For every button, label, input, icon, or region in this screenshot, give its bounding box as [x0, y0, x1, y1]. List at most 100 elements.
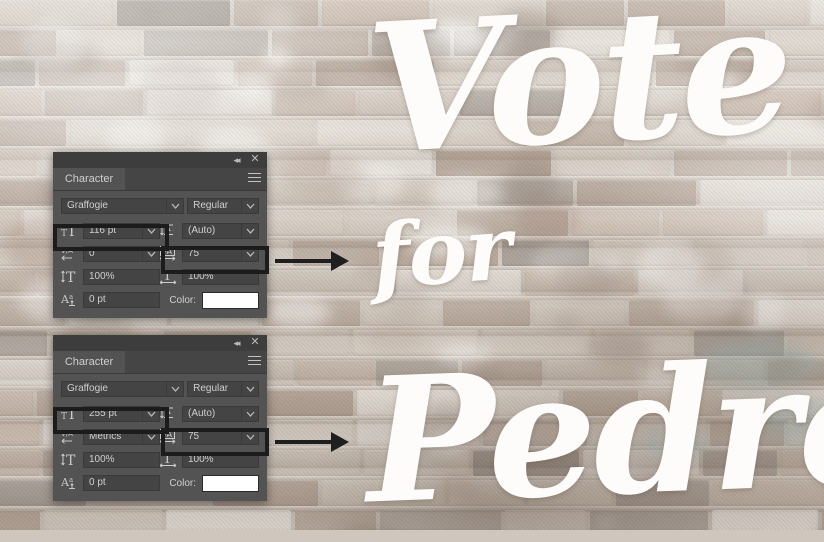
kerning-icon: V/A: [61, 246, 83, 262]
font-family-field[interactable]: Graffogie: [61, 381, 185, 397]
scale-row: T 100% T 100%: [61, 268, 259, 286]
chevron-down-icon[interactable]: [166, 199, 183, 213]
kerning-field[interactable]: Metrics: [83, 429, 160, 445]
character-panel-bottom[interactable]: ◂◂ ✕ Character Graffogie Regular T T 255…: [53, 335, 267, 501]
kerning-tracking-row: V/A 0 VA 75: [61, 245, 259, 263]
tab-character[interactable]: Character: [53, 351, 125, 373]
size-leading-row: T T 255 pt A (Auto): [61, 405, 259, 423]
baseline-color-row: A a 0 pt Color:: [61, 474, 259, 492]
leading-field[interactable]: (Auto): [182, 223, 259, 239]
vertical-scale-cell: T 100%: [61, 269, 160, 285]
chevron-down-icon[interactable]: [142, 407, 159, 421]
leading-field[interactable]: (Auto): [182, 406, 259, 422]
collapse-double-arrow-icon[interactable]: ◂◂: [229, 154, 243, 166]
font-size-field[interactable]: 255 pt: [83, 406, 160, 422]
svg-text:V/A: V/A: [61, 247, 73, 255]
horizontal-scale-value: 100%: [188, 271, 214, 282]
panel-titlebar: ◂◂ ✕: [53, 335, 267, 351]
font-style-field[interactable]: Regular: [187, 198, 259, 214]
chevron-down-icon[interactable]: [241, 247, 258, 261]
tracking-cell: VA 75: [160, 246, 259, 262]
font-family-value: Graffogie: [67, 383, 108, 394]
font-row: Graffogie Regular: [61, 198, 259, 216]
vertical-scale-cell: T 100%: [61, 452, 160, 468]
chevron-down-icon[interactable]: [241, 382, 258, 396]
baseline-shift-icon: A a: [61, 292, 83, 308]
collapse-double-arrow-icon[interactable]: ◂◂: [229, 337, 243, 349]
color-swatch[interactable]: [202, 291, 259, 309]
baseline-shift-icon: A a: [61, 475, 83, 491]
close-icon[interactable]: ✕: [248, 154, 262, 165]
kerning-cell: V/A 0: [61, 246, 160, 262]
kerning-value: 0: [89, 248, 95, 259]
svg-text:VA: VA: [162, 430, 173, 439]
vertical-scale-field[interactable]: 100%: [83, 269, 160, 285]
scale-row: T 100% T 100%: [61, 451, 259, 469]
font-style-value: Regular: [193, 200, 229, 211]
tracking-icon: VA: [160, 429, 182, 445]
panel-tab-row: Character: [53, 351, 267, 374]
svg-text:T: T: [67, 407, 77, 421]
leading-value: (Auto): [188, 408, 216, 419]
chevron-down-icon[interactable]: [241, 224, 258, 238]
font-size-icon: T T: [61, 223, 83, 239]
horizontal-scale-cell: T 100%: [160, 452, 259, 468]
chevron-down-icon[interactable]: [166, 382, 183, 396]
font-style-field[interactable]: Regular: [187, 381, 259, 397]
leading-icon: A: [160, 406, 182, 422]
character-panel-top[interactable]: ◂◂ ✕ Character Graffogie Regular T T 116…: [53, 152, 267, 318]
chevron-down-icon[interactable]: [241, 199, 258, 213]
baseline-shift-field[interactable]: 0 pt: [83, 475, 160, 491]
baseline-shift-cell: A a 0 pt: [61, 292, 160, 308]
kerning-tracking-row: V/A Metrics VA 75: [61, 428, 259, 446]
svg-text:a: a: [69, 293, 73, 301]
color-cell: Color:: [160, 474, 259, 492]
font-size-value: 116 pt: [89, 225, 117, 236]
tracking-field[interactable]: 75: [182, 246, 259, 262]
vertical-scale-value: 100%: [89, 271, 115, 282]
chevron-down-icon[interactable]: [241, 430, 258, 444]
panel-menu-icon[interactable]: [248, 173, 261, 184]
chevron-down-icon[interactable]: [241, 407, 258, 421]
tracking-field[interactable]: 75: [182, 429, 259, 445]
kerning-field[interactable]: 0: [83, 246, 160, 262]
font-size-icon: T T: [61, 406, 83, 422]
leading-icon: A: [160, 223, 182, 239]
vertical-scale-field[interactable]: 100%: [83, 452, 160, 468]
close-icon[interactable]: ✕: [248, 337, 262, 348]
svg-text:T: T: [66, 270, 76, 284]
panel-titlebar: ◂◂ ✕: [53, 152, 267, 168]
svg-text:a: a: [69, 476, 73, 484]
font-style-value: Regular: [193, 383, 229, 394]
baseline-shift-field[interactable]: 0 pt: [83, 292, 160, 308]
tracking-cell: VA 75: [160, 429, 259, 445]
chevron-down-icon[interactable]: [142, 224, 159, 238]
color-label: Color:: [169, 477, 196, 489]
panel-menu-icon[interactable]: [248, 356, 261, 367]
font-family-field[interactable]: Graffogie: [61, 198, 185, 214]
chevron-down-icon[interactable]: [142, 247, 159, 261]
panel-body: Graffogie Regular T T 116 pt A (Auto) V/…: [53, 191, 267, 318]
horizontal-scale-field[interactable]: 100%: [182, 269, 259, 285]
svg-text:T: T: [163, 269, 172, 284]
kerning-icon: V/A: [61, 429, 83, 445]
horizontal-scale-field[interactable]: 100%: [182, 452, 259, 468]
leading-value: (Auto): [188, 225, 216, 236]
vertical-scale-icon: T: [61, 452, 83, 468]
leading-cell: A (Auto): [160, 406, 259, 422]
font-size-cell: T T 255 pt: [61, 406, 160, 422]
baseline-shift-value: 0 pt: [89, 477, 106, 488]
kerning-cell: V/A Metrics: [61, 429, 160, 445]
panel-tab-row: Character: [53, 168, 267, 191]
horizontal-scale-icon: T: [160, 452, 182, 468]
font-row: Graffogie Regular: [61, 381, 259, 399]
chevron-down-icon[interactable]: [142, 430, 159, 444]
kerning-value: Metrics: [89, 431, 122, 442]
color-swatch[interactable]: [202, 474, 259, 492]
font-size-field[interactable]: 116 pt: [83, 223, 160, 239]
font-size-value: 255 pt: [89, 408, 117, 419]
svg-text:T: T: [163, 452, 172, 467]
horizontal-scale-icon: T: [160, 269, 182, 285]
tab-character[interactable]: Character: [53, 168, 125, 190]
horizontal-scale-value: 100%: [188, 454, 214, 465]
